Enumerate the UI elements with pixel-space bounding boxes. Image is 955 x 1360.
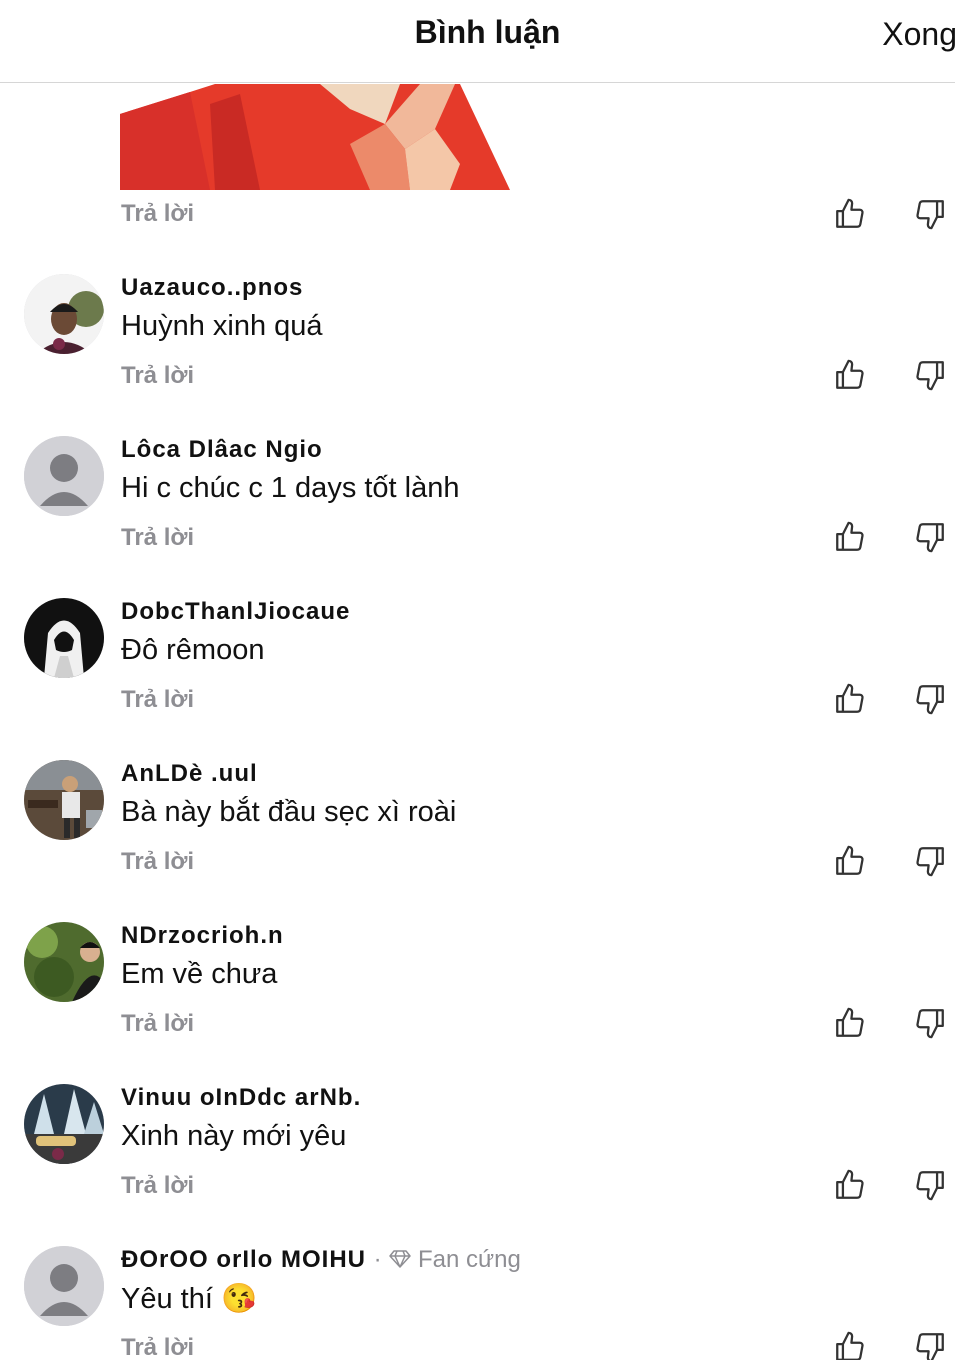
reply-button[interactable]: Trả lời: [121, 848, 194, 876]
comments-header: Bình luận Xong: [0, 0, 955, 83]
comment-author[interactable]: NDrzocrioh.n: [121, 922, 284, 950]
comment-text: Xinh này mới yêu: [121, 1120, 347, 1152]
like-icon[interactable]: [833, 1006, 867, 1040]
comment-item: Uazauco..pnos Huỳnh xinh quá Trả lời: [0, 274, 955, 436]
comment-text: Em về chưa: [121, 958, 278, 990]
avatar[interactable]: [24, 760, 104, 840]
comment-author[interactable]: Vinuu oInDdc arNb.: [121, 1084, 361, 1112]
comment-author[interactable]: Lôca Dlâac Ngio: [121, 436, 323, 464]
comment-item: AnLDè .uul Bà này bắt đầu sẹc xì roài Tr…: [0, 760, 955, 922]
kissing-face-emoji: 😘: [220, 1283, 258, 1315]
comment-item: Vinuu oInDdc arNb. Xinh này mới yêu Trả …: [0, 1084, 955, 1246]
reply-button[interactable]: Trả lời: [121, 1334, 194, 1360]
comment-item: DobcThanlJiocaue Đô rêmoon Trả lời: [0, 598, 955, 760]
done-button[interactable]: Xong: [882, 16, 955, 53]
comment-item: NDrzocrioh.n Em về chưa Trả lời: [0, 922, 955, 1084]
dislike-icon[interactable]: [913, 844, 947, 878]
dislike-icon[interactable]: [913, 197, 947, 231]
like-icon[interactable]: [833, 1330, 867, 1360]
comment-text: Huỳnh xinh quá: [121, 310, 323, 342]
diamond-icon: [389, 1246, 418, 1273]
dislike-icon[interactable]: [913, 1006, 947, 1040]
reply-button[interactable]: Trả lời: [121, 1172, 194, 1200]
comment-author-row: ĐOrOO orIlo MOIHU · Fan cứng: [121, 1246, 521, 1274]
avatar[interactable]: [24, 1246, 104, 1326]
comment-author[interactable]: DobcThanlJiocaue: [121, 598, 350, 626]
reply-button[interactable]: Trả lời: [121, 686, 194, 714]
fan-badge: Fan cứng: [418, 1246, 521, 1273]
comment-item: ĐOrOO orIlo MOIHU · Fan cứng Yêu thí 😘 T…: [0, 1246, 955, 1360]
dislike-icon[interactable]: [913, 1330, 947, 1360]
comment-author[interactable]: Uazauco..pnos: [121, 274, 303, 302]
avatar[interactable]: [24, 436, 104, 516]
dislike-icon[interactable]: [913, 520, 947, 554]
like-icon[interactable]: [833, 844, 867, 878]
reply-button[interactable]: Trả lời: [121, 200, 194, 228]
avatar[interactable]: [24, 274, 104, 354]
comment-author[interactable]: AnLDè .uul: [121, 760, 258, 788]
avatar[interactable]: [24, 1084, 104, 1164]
comment-text: Hi c chúc c 1 days tốt lành: [121, 472, 460, 504]
dislike-icon[interactable]: [913, 682, 947, 716]
avatar[interactable]: [24, 922, 104, 1002]
reply-button[interactable]: Trả lời: [121, 524, 194, 552]
comment-text-body: Yêu thí: [121, 1283, 213, 1315]
reply-button[interactable]: Trả lời: [121, 1010, 194, 1038]
comment-text: Yêu thí 😘: [121, 1282, 257, 1316]
like-icon[interactable]: [833, 1168, 867, 1202]
comment-item: Lôca Dlâac Ngio Hi c chúc c 1 days tốt l…: [0, 436, 955, 598]
comment-image-fragment[interactable]: [120, 84, 510, 190]
like-icon[interactable]: [833, 520, 867, 554]
like-icon[interactable]: [833, 682, 867, 716]
reply-button[interactable]: Trả lời: [121, 362, 194, 390]
comment-text: Bà này bắt đầu sẹc xì roài: [121, 796, 457, 828]
dislike-icon[interactable]: [913, 358, 947, 392]
comment-author[interactable]: ĐOrOO orIlo MOIHU: [121, 1246, 366, 1273]
avatar[interactable]: [24, 598, 104, 678]
comment-text: Đô rêmoon: [121, 634, 265, 666]
dislike-icon[interactable]: [913, 1168, 947, 1202]
like-icon[interactable]: [833, 197, 867, 231]
like-icon[interactable]: [833, 358, 867, 392]
separator-dot: ·: [373, 1246, 382, 1273]
page-title: Bình luận: [414, 14, 561, 50]
